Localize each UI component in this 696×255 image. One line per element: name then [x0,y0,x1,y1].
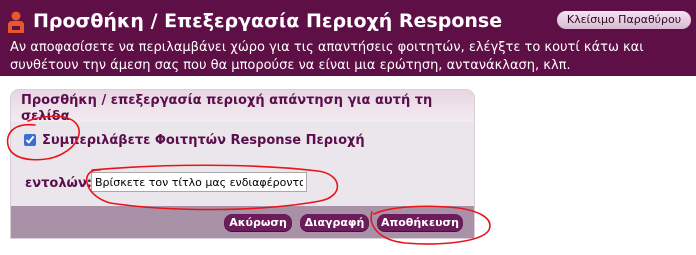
response-area-panel: Προσθήκη / επεξεργασία περιοχή απάντηση … [10,89,475,239]
delete-button[interactable]: Διαγραφή [300,214,369,231]
panel-title: Προσθήκη / επεξεργασία περιοχή απάντηση … [21,93,433,124]
instructions-input[interactable] [91,172,307,192]
cancel-button[interactable]: Ακύρωση [224,214,292,231]
instructions-label: εντολών: [25,176,92,191]
save-button[interactable]: Αποθήκευση [377,214,463,231]
page-title: Προσθήκη / Επεξεργασία Περιοχή Response [33,10,503,32]
include-response-checkbox[interactable] [24,134,36,146]
page-header: Προσθήκη / Επεξεργασία Περιοχή Response … [0,0,696,76]
include-response-label[interactable]: Συμπεριλάβετε Φοιτητών Response Περιοχή [42,132,365,150]
close-window-button[interactable]: Κλείσιμο Παραθύρου [557,11,691,29]
person-icon [8,11,24,33]
page-description: Αν αποφασίσετε να περιλαμβάνει χώρο για … [10,40,644,73]
panel-titlebar: Προσθήκη / επεξεργασία περιοχή απάντηση … [11,90,474,124]
